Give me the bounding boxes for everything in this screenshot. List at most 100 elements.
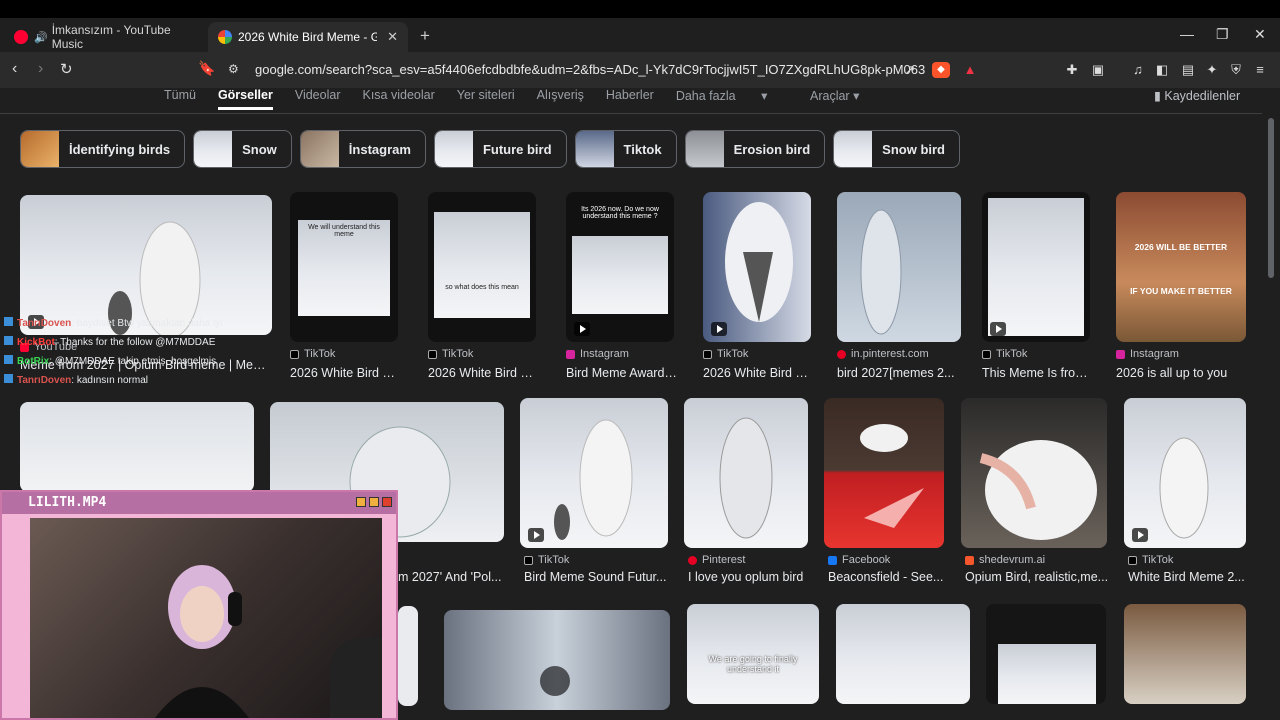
white-bird-figure: [988, 198, 1084, 336]
reload-icon[interactable]: ↻: [60, 60, 73, 78]
chip-instagram[interactable]: İnstagram: [299, 130, 426, 168]
chip-thumbnail: [194, 131, 233, 167]
result-source: TikTok: [703, 348, 748, 360]
brave-shield-icon[interactable]: ◆: [932, 62, 950, 78]
forward-icon[interactable]: ›: [38, 60, 43, 78]
result-title[interactable]: 2026 White Bird Meme...: [290, 366, 402, 380]
site-info-icon[interactable]: ⚙: [228, 62, 239, 76]
result-title[interactable]: Beaconsfield - See...: [828, 570, 950, 584]
seagull-figure: [860, 424, 924, 528]
extensions-icon[interactable]: ✚: [1064, 62, 1080, 78]
back-icon[interactable]: ‹: [12, 60, 17, 78]
result-title[interactable]: White Bird Meme 2...: [1128, 570, 1250, 584]
saved-label: Kaydedilenler: [1164, 89, 1241, 103]
close-window-icon[interactable]: ✕: [1254, 26, 1266, 43]
result-image[interactable]: 2026 WILL BE BETTER IF YOU MAKE IT BETTE…: [1116, 192, 1246, 342]
tab-short-videos[interactable]: Kısa videolar: [362, 88, 434, 110]
chip-future-bird[interactable]: Future bird: [433, 130, 567, 168]
music-icon[interactable]: ♫: [1130, 62, 1146, 78]
source-label: Facebook: [842, 554, 891, 566]
result-image[interactable]: [444, 610, 670, 710]
chip-thumbnail: [685, 131, 724, 167]
result-image[interactable]: [837, 192, 961, 342]
white-bird-figure: [860, 209, 902, 335]
result-title[interactable]: Opium Bird, realistic,me...: [965, 570, 1113, 584]
saved-button[interactable]: ▮ Kaydedilenler: [1154, 88, 1240, 103]
result-image[interactable]: We will understand this meme: [290, 192, 398, 342]
chip-snow[interactable]: Snow: [193, 130, 292, 168]
wallet-icon[interactable]: ▤: [1180, 62, 1196, 78]
chat-text: : kadınsın normal: [71, 375, 148, 386]
tab-images[interactable]: Görseller: [217, 88, 273, 110]
result-title[interactable]: bird 2027[memes 2...: [837, 366, 961, 380]
result-title[interactable]: 2026 White Bird Meme...: [428, 366, 540, 380]
chip-tiktok[interactable]: Tiktok: [574, 130, 677, 168]
chip-identifying-birds[interactable]: İdentifying birds: [20, 130, 186, 168]
result-title[interactable]: Bird Meme Sound Futur...: [524, 570, 672, 584]
result-image[interactable]: [398, 606, 418, 706]
chat-user: BotRix: [17, 356, 50, 367]
result-image[interactable]: [986, 604, 1106, 704]
streamer-figure: [155, 565, 249, 718]
tab-more[interactable]: Daha fazla ▾: [676, 88, 768, 110]
result-image[interactable]: Its 2026 now. Do we now understand this …: [566, 192, 674, 342]
minimize-icon[interactable]: —: [1180, 26, 1194, 42]
tab-youtube-music[interactable]: 🔊 İmkansızım - YouTube Music: [4, 22, 204, 52]
address-bar[interactable]: google.com/search?sca_esv=a5f4406efcdbdb…: [255, 59, 925, 81]
result-image[interactable]: [1124, 398, 1246, 548]
tab-google-search[interactable]: 2026 White Bird Meme - Google ✕: [208, 22, 408, 52]
result-image[interactable]: [982, 192, 1090, 342]
result-image[interactable]: [684, 398, 808, 548]
bookmark-icon[interactable]: 🔖: [198, 60, 215, 77]
result-title[interactable]: I love you oplum bird: [688, 570, 812, 584]
tab-title: İmkansızım - YouTube Music: [51, 23, 171, 51]
result-title[interactable]: 2026 is all up to you: [1116, 366, 1246, 380]
white-bird-figure: [719, 417, 773, 539]
result-image[interactable]: [824, 398, 944, 548]
result-image[interactable]: [1124, 604, 1246, 704]
related-chips: İdentifying birds Snow İnstagram Future …: [20, 130, 961, 168]
result-title[interactable]: This Meme Is from...: [982, 366, 1094, 380]
result-image[interactable]: [520, 398, 668, 548]
chat-message: TanrıDoven: baydıvet Btw yazmaktan daha …: [4, 314, 222, 333]
page-scrollbar[interactable]: [1268, 118, 1274, 278]
tab-news[interactable]: Haberler: [606, 88, 654, 110]
new-tab-button[interactable]: +: [420, 26, 430, 46]
tab-all[interactable]: Tümü: [164, 88, 196, 110]
result-image[interactable]: [836, 604, 970, 704]
source-label: TikTok: [996, 348, 1028, 360]
screenshot-icon[interactable]: ▣: [1090, 62, 1106, 78]
result-image[interactable]: We are going to finally understand it: [687, 604, 819, 704]
brave-rewards-icon[interactable]: ▲: [962, 62, 978, 78]
result-title[interactable]: m 2027' And 'Pol...: [398, 570, 508, 584]
vpn-icon[interactable]: ⛨: [1228, 62, 1244, 78]
close-icon: [382, 497, 392, 507]
tab-videos[interactable]: Videolar: [295, 88, 341, 110]
tab-sites[interactable]: Yer siteleri: [457, 88, 515, 110]
speaker-icon: 🔊: [34, 31, 48, 44]
menu-icon[interactable]: ≡: [1252, 62, 1268, 78]
result-source: TikTok: [982, 348, 1027, 360]
chip-erosion-bird[interactable]: Erosion bird: [684, 130, 826, 168]
chip-snow-bird[interactable]: Snow bird: [833, 130, 961, 168]
chip-label: Future bird: [482, 141, 552, 157]
result-title[interactable]: 2026 White Bird Meme...: [703, 366, 815, 380]
chat-user: KickBot: [17, 337, 55, 348]
result-image[interactable]: [20, 402, 254, 492]
play-icon[interactable]: [540, 666, 570, 696]
share-icon[interactable]: ↗: [902, 62, 918, 78]
chip-label: Snow bird: [882, 141, 946, 157]
tools-button[interactable]: Araçlar ▾: [810, 88, 859, 103]
leo-ai-icon[interactable]: ✦: [1204, 62, 1220, 78]
image-caption: Its 2026 now. Do we now understand this …: [581, 206, 659, 220]
result-image[interactable]: so what does this mean: [428, 192, 536, 342]
source-label: shedevrum.ai: [979, 554, 1046, 566]
sidebar-icon[interactable]: ◧: [1154, 62, 1170, 78]
result-image[interactable]: [961, 398, 1107, 548]
result-image[interactable]: [703, 192, 811, 342]
restore-icon[interactable]: ❐: [1216, 26, 1229, 43]
play-icon: [528, 528, 544, 542]
result-title[interactable]: Bird Meme Awards...: [566, 366, 678, 380]
close-tab-icon[interactable]: ✕: [387, 29, 398, 45]
tab-shopping[interactable]: Alışveriş: [537, 88, 584, 110]
